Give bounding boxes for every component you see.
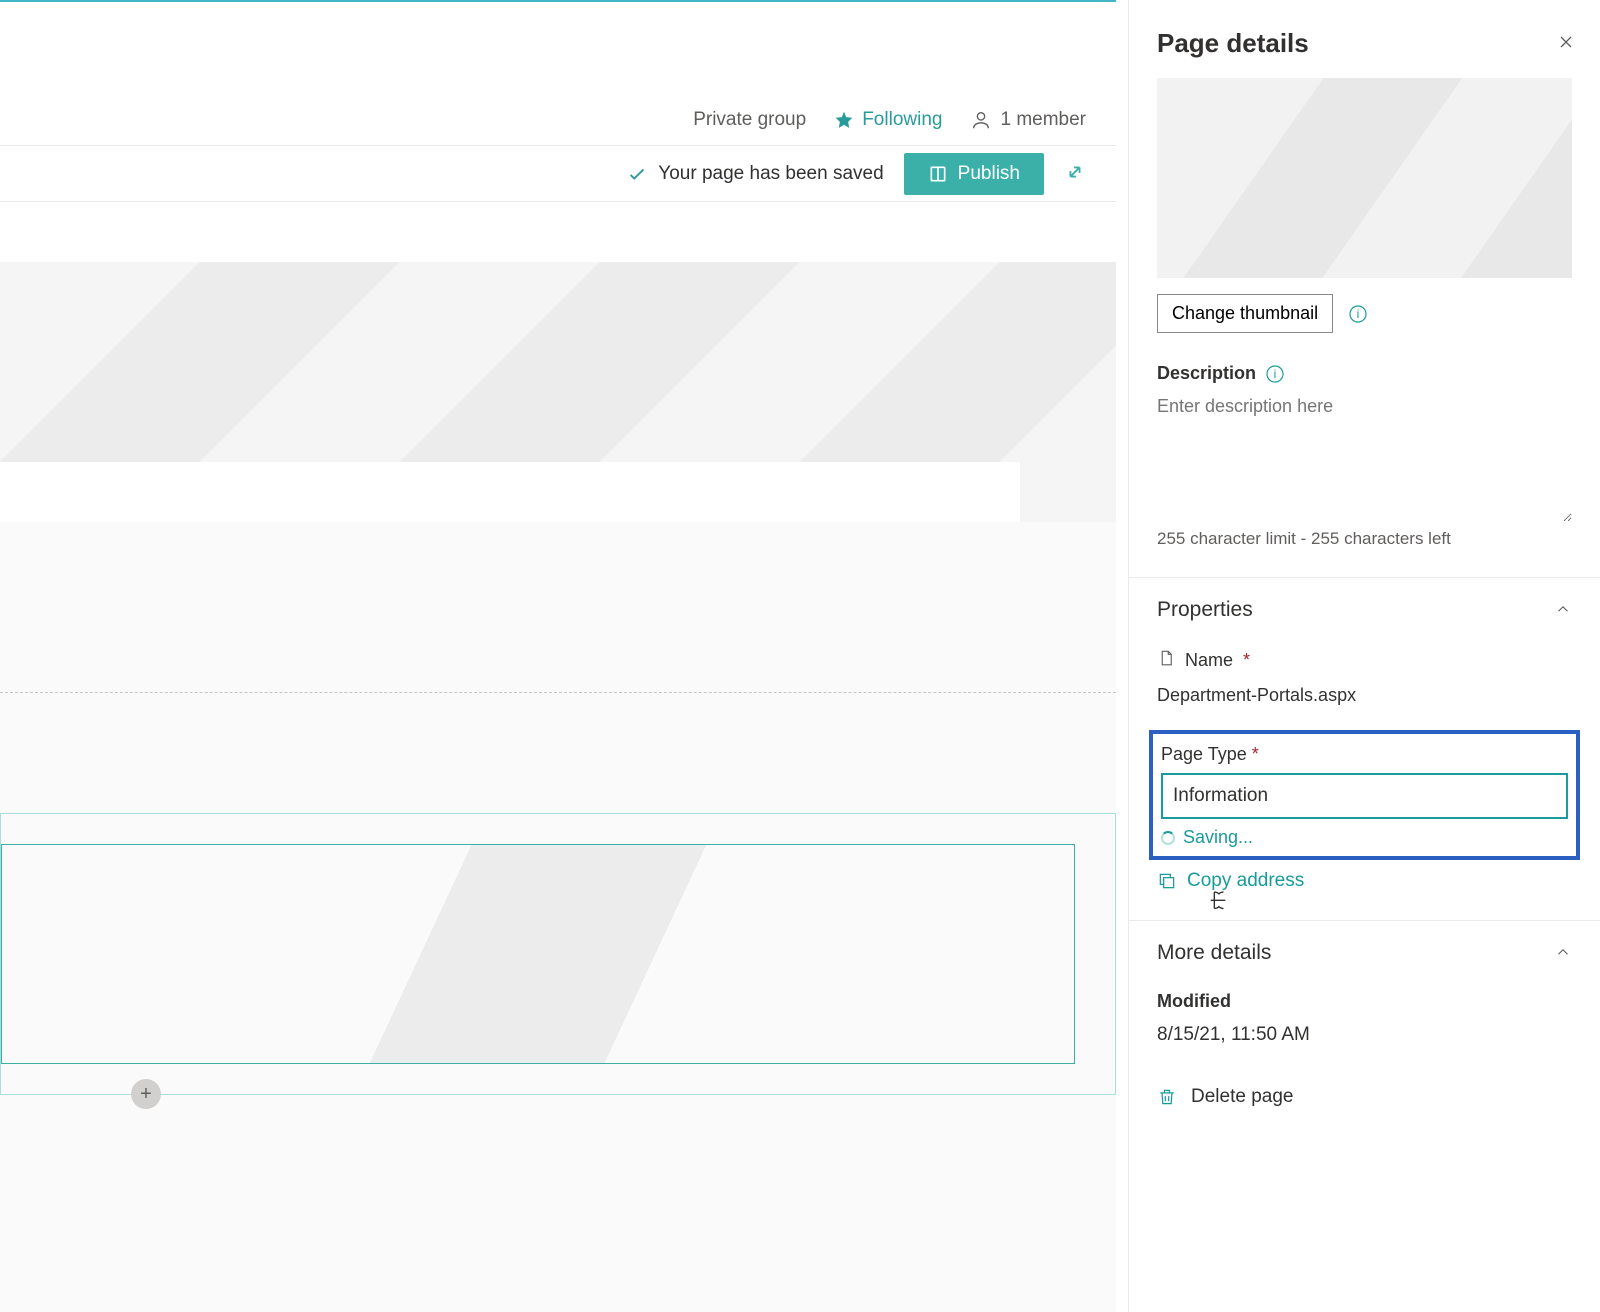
spinner-icon	[1161, 831, 1175, 845]
change-thumbnail-button[interactable]: Change thumbnail	[1157, 294, 1333, 333]
chevron-up-icon	[1554, 943, 1572, 964]
trash-icon	[1157, 1086, 1177, 1108]
modified-value: 8/15/21, 11:50 AM	[1157, 1024, 1572, 1046]
page-type-highlight: Page Type * Saving...	[1149, 730, 1580, 860]
info-icon[interactable]: i	[1266, 365, 1284, 383]
command-bar: Your page has been saved Publish	[0, 146, 1116, 202]
description-label: Description	[1157, 363, 1256, 384]
thumbnail-preview	[1157, 78, 1572, 278]
name-label: Name	[1185, 650, 1233, 671]
document-icon	[1157, 648, 1175, 673]
book-icon	[928, 164, 948, 184]
expand-icon	[1064, 161, 1086, 183]
main-content-area: Private group Following 1 member Your pa…	[0, 0, 1116, 1312]
svg-text:i: i	[1357, 307, 1360, 321]
more-details-section-header[interactable]: More details	[1157, 941, 1572, 965]
section-divider	[0, 692, 1116, 693]
saving-status: Saving...	[1161, 827, 1568, 848]
copy-icon	[1157, 871, 1177, 891]
follow-toggle[interactable]: Following	[834, 109, 942, 131]
hero-banner[interactable]	[0, 262, 1116, 522]
required-indicator: *	[1243, 650, 1250, 671]
hero-title-card[interactable]	[0, 462, 1020, 522]
add-webpart-button[interactable]: +	[131, 1079, 161, 1109]
site-header: Private group Following 1 member	[0, 0, 1116, 146]
info-icon[interactable]: i	[1349, 305, 1367, 323]
image-webpart[interactable]	[1, 844, 1075, 1064]
properties-section-header[interactable]: Properties	[1157, 598, 1572, 622]
panel-body[interactable]: Change thumbnail i Description i 255 cha…	[1129, 78, 1600, 1312]
page-details-panel: Page details Change thumbnail i Descript…	[1128, 0, 1600, 1312]
close-icon	[1556, 32, 1576, 52]
delete-page-button[interactable]: Delete page	[1157, 1086, 1572, 1108]
member-count[interactable]: 1 member	[970, 109, 1086, 131]
star-icon	[834, 110, 854, 130]
svg-text:i: i	[1274, 367, 1277, 381]
close-panel-button[interactable]	[1552, 28, 1580, 59]
required-indicator: *	[1252, 744, 1259, 764]
page-canvas[interactable]: +	[0, 262, 1116, 1312]
group-privacy-label: Private group	[693, 109, 806, 131]
publish-button[interactable]: Publish	[904, 153, 1044, 195]
description-input[interactable]	[1157, 392, 1572, 522]
page-type-label: Page Type	[1161, 744, 1247, 764]
modified-label: Modified	[1157, 991, 1572, 1012]
section-container[interactable]: +	[0, 813, 1116, 1095]
name-value[interactable]: Department-Portals.aspx	[1157, 685, 1572, 706]
checkmark-icon	[626, 163, 648, 185]
follow-label: Following	[862, 109, 942, 131]
saved-status: Your page has been saved	[626, 163, 883, 185]
expand-button[interactable]	[1064, 161, 1086, 186]
character-limit-text: 255 character limit - 255 characters lef…	[1157, 529, 1572, 549]
person-icon	[970, 109, 992, 131]
panel-title: Page details	[1157, 28, 1309, 59]
copy-address-link[interactable]: Copy address	[1157, 870, 1572, 892]
cursor-icon	[1207, 890, 1229, 916]
page-type-input[interactable]	[1161, 773, 1568, 819]
chevron-up-icon	[1554, 600, 1572, 621]
